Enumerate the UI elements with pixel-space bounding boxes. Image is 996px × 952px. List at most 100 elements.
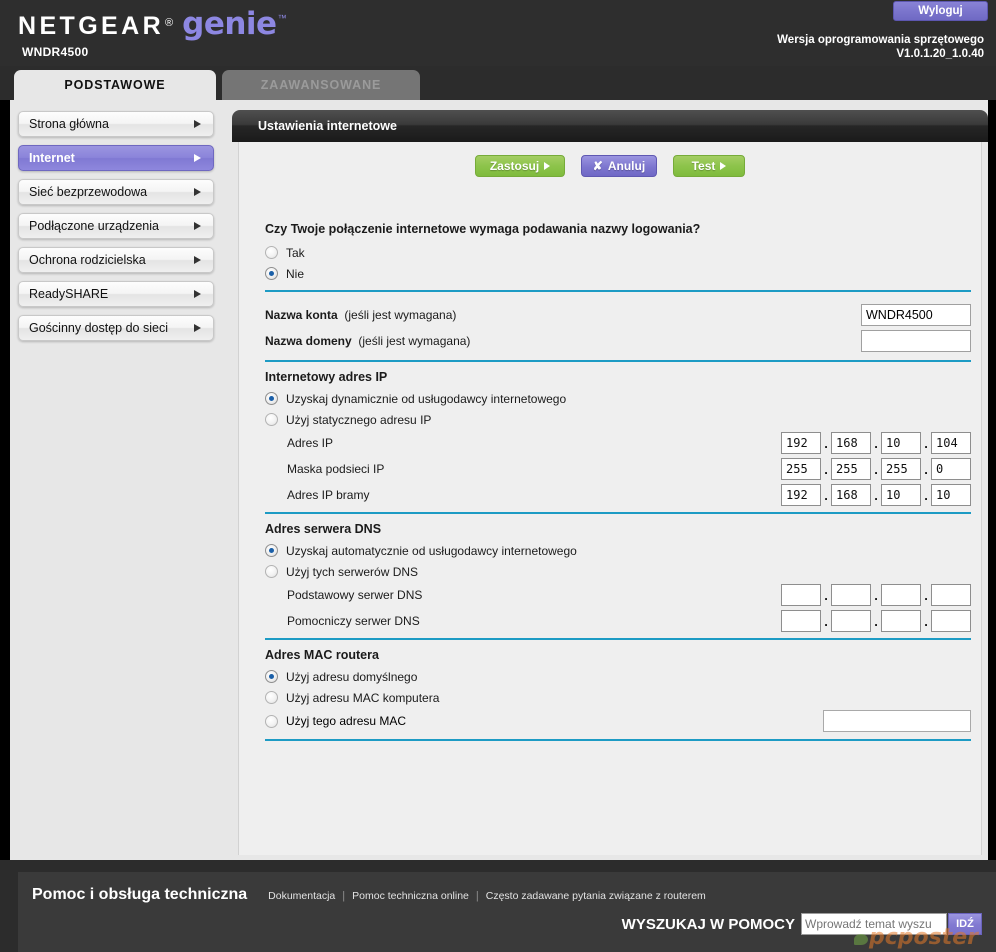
ip-section-title: Internetowy adres IP bbox=[265, 370, 388, 384]
sidebar-nav: Strona główna Internet Sieć bezprzewodow… bbox=[10, 100, 222, 860]
cancel-button-label: Anuluj bbox=[607, 159, 646, 173]
sidebar-item-label: Podłączone urządzenia bbox=[29, 219, 159, 233]
radio-icon[interactable] bbox=[265, 246, 278, 259]
sidebar-item-wireless[interactable]: Sieć bezprzewodowa bbox=[18, 179, 214, 205]
radio-icon[interactable] bbox=[265, 691, 278, 704]
octet-separator: . bbox=[924, 435, 928, 451]
arrow-right-icon bbox=[720, 162, 727, 170]
secondary-dns-octet-3[interactable] bbox=[881, 610, 921, 632]
ip-octet-1[interactable]: 192 bbox=[781, 432, 821, 454]
gateway-octet-3[interactable]: 10 bbox=[881, 484, 921, 506]
secondary-dns-octet-1[interactable] bbox=[781, 610, 821, 632]
octet-separator: . bbox=[874, 487, 878, 503]
primary-dns-row: Podstawowy serwer DNS . . . bbox=[265, 582, 971, 608]
sidebar-item-label: Strona główna bbox=[29, 117, 109, 131]
tab-basic[interactable]: PODSTAWOWE bbox=[14, 70, 216, 100]
ip-address-octets: 192 . 168 . 10 . 104 bbox=[781, 432, 971, 454]
subnet-octet-3[interactable]: 255 bbox=[881, 458, 921, 480]
chevron-right-icon bbox=[194, 256, 201, 264]
dns-option-manual[interactable]: Użyj tych serwerów DNS bbox=[265, 561, 971, 582]
subnet-octet-4[interactable]: 0 bbox=[931, 458, 971, 480]
tab-advanced[interactable]: ZAAWANSOWANE bbox=[222, 70, 420, 100]
login-option-no[interactable]: Nie bbox=[265, 263, 971, 284]
octet-separator: . bbox=[824, 435, 828, 451]
gateway-address-octets: 192 . 168 . 10 . 10 bbox=[781, 484, 971, 506]
gateway-octet-1[interactable]: 192 bbox=[781, 484, 821, 506]
dns-option-auto[interactable]: Uzyskaj automatycznie od usługodawcy int… bbox=[265, 540, 971, 561]
ip-option-dynamic[interactable]: Uzyskaj dynamicznie od usługodawcy inter… bbox=[265, 388, 971, 409]
help-search-go-button[interactable]: IDŹ bbox=[948, 913, 982, 935]
radio-icon-selected[interactable] bbox=[265, 267, 278, 280]
sidebar-item-guest-network[interactable]: Gościnny dostęp do sieci bbox=[18, 315, 214, 341]
test-button[interactable]: Test bbox=[673, 155, 745, 177]
page-title: Ustawienia internetowe bbox=[258, 119, 397, 133]
radio-icon-selected[interactable] bbox=[265, 392, 278, 405]
mac-option-default-label: Użyj adresu domyślnego bbox=[286, 669, 418, 684]
mac-address-input[interactable] bbox=[823, 710, 971, 732]
subnet-octet-2[interactable]: 255 bbox=[831, 458, 871, 480]
subnet-octet-1[interactable]: 255 bbox=[781, 458, 821, 480]
radio-icon[interactable] bbox=[265, 413, 278, 426]
gateway-octet-2[interactable]: 168 bbox=[831, 484, 871, 506]
mac-option-computer[interactable]: Użyj adresu MAC komputera bbox=[265, 687, 971, 708]
action-button-row: Zastosuj ✘ Anuluj Test bbox=[239, 142, 981, 177]
footer-link-router-faq[interactable]: Często zadawane pytania związane z route… bbox=[479, 890, 713, 902]
radio-icon-selected[interactable] bbox=[265, 670, 278, 683]
support-footer: Pomoc i obsługa techniczna Dokumentacja … bbox=[18, 872, 996, 952]
sidebar-item-attached-devices[interactable]: Podłączone urządzenia bbox=[18, 213, 214, 239]
apply-button[interactable]: Zastosuj bbox=[475, 155, 565, 177]
sidebar-item-parental-controls[interactable]: Ochrona rodzicielska bbox=[18, 247, 214, 273]
sidebar-item-label: Sieć bezprzewodowa bbox=[29, 185, 148, 199]
ip-option-static[interactable]: Użyj statycznego adresu IP bbox=[265, 409, 971, 430]
primary-dns-octet-4[interactable] bbox=[931, 584, 971, 606]
footer-links-row: Pomoc i obsługa techniczna Dokumentacja … bbox=[32, 886, 713, 904]
radio-icon-selected[interactable] bbox=[265, 544, 278, 557]
cancel-button[interactable]: ✘ Anuluj bbox=[581, 155, 657, 177]
ip-octet-4[interactable]: 104 bbox=[931, 432, 971, 454]
primary-dns-octet-1[interactable] bbox=[781, 584, 821, 606]
sidebar-item-label: Ochrona rodzicielska bbox=[29, 253, 146, 267]
domain-name-input[interactable] bbox=[861, 330, 971, 352]
account-name-input[interactable]: WNDR4500 bbox=[861, 304, 971, 326]
octet-separator: . bbox=[874, 587, 878, 603]
sidebar-item-label: Gościnny dostęp do sieci bbox=[29, 321, 168, 335]
close-icon: ✘ bbox=[592, 159, 603, 173]
login-option-yes[interactable]: Tak bbox=[265, 242, 971, 263]
footer-link-online-support[interactable]: Pomoc techniczna online bbox=[345, 890, 476, 902]
subnet-mask-octets: 255 . 255 . 255 . 0 bbox=[781, 458, 971, 480]
octet-separator: . bbox=[824, 587, 828, 603]
ip-octet-3[interactable]: 10 bbox=[881, 432, 921, 454]
radio-icon[interactable] bbox=[265, 714, 278, 728]
subnet-mask-label: Maska podsieci IP bbox=[287, 462, 385, 476]
sidebar-item-readyshare[interactable]: ReadySHARE bbox=[18, 281, 214, 307]
subnet-mask-row: Maska podsieci IP 255 . 255 . 255 . 0 bbox=[265, 456, 971, 482]
sidebar-item-home[interactable]: Strona główna bbox=[18, 111, 214, 137]
mac-option-computer-label: Użyj adresu MAC komputera bbox=[286, 690, 440, 705]
ip-octet-2[interactable]: 168 bbox=[831, 432, 871, 454]
mac-option-default[interactable]: Użyj adresu domyślnego bbox=[265, 666, 971, 687]
secondary-dns-octet-4[interactable] bbox=[931, 610, 971, 632]
footer-link-documentation[interactable]: Dokumentacja bbox=[261, 890, 342, 902]
logout-button[interactable]: Wyloguj bbox=[893, 1, 988, 21]
octet-separator: . bbox=[924, 587, 928, 603]
panel-header: Ustawienia internetowe bbox=[232, 110, 988, 142]
octet-separator: . bbox=[874, 435, 878, 451]
secondary-dns-octet-2[interactable] bbox=[831, 610, 871, 632]
help-search-label: WYSZUKAJ W POMOCY bbox=[621, 915, 795, 933]
chevron-right-icon bbox=[194, 222, 201, 230]
dns-option-auto-label: Uzyskaj automatycznie od usługodawcy int… bbox=[286, 543, 577, 558]
octet-separator: . bbox=[824, 461, 828, 477]
primary-dns-octet-2[interactable] bbox=[831, 584, 871, 606]
netgear-genie-logo: NETGEAR ® genie ™ bbox=[18, 6, 287, 42]
sidebar-item-label: ReadySHARE bbox=[29, 287, 109, 301]
radio-icon[interactable] bbox=[265, 565, 278, 578]
gateway-octet-4[interactable]: 10 bbox=[931, 484, 971, 506]
sidebar-item-internet[interactable]: Internet bbox=[18, 145, 214, 171]
help-search-input[interactable] bbox=[801, 913, 947, 935]
octet-separator: . bbox=[924, 487, 928, 503]
account-name-row: Nazwa konta (jeśli jest wymagana) WNDR45… bbox=[265, 302, 971, 328]
chevron-right-icon bbox=[194, 324, 201, 332]
primary-dns-octet-3[interactable] bbox=[881, 584, 921, 606]
chevron-right-icon bbox=[194, 188, 201, 196]
secondary-dns-label: Pomocniczy serwer DNS bbox=[287, 614, 420, 628]
